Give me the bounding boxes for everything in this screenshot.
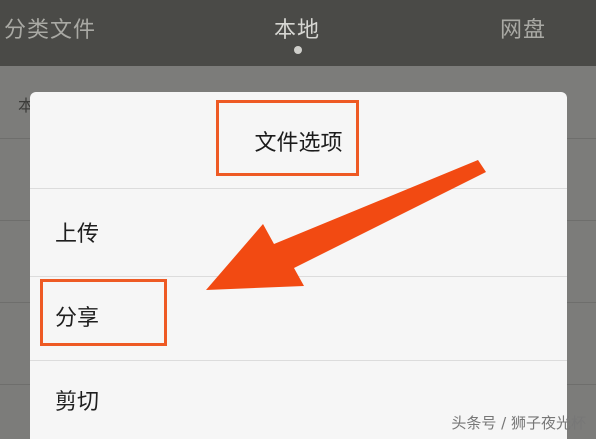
- watermark: 头条号 / 狮子夜光杯: [451, 414, 586, 432]
- arrow-icon: [206, 160, 486, 290]
